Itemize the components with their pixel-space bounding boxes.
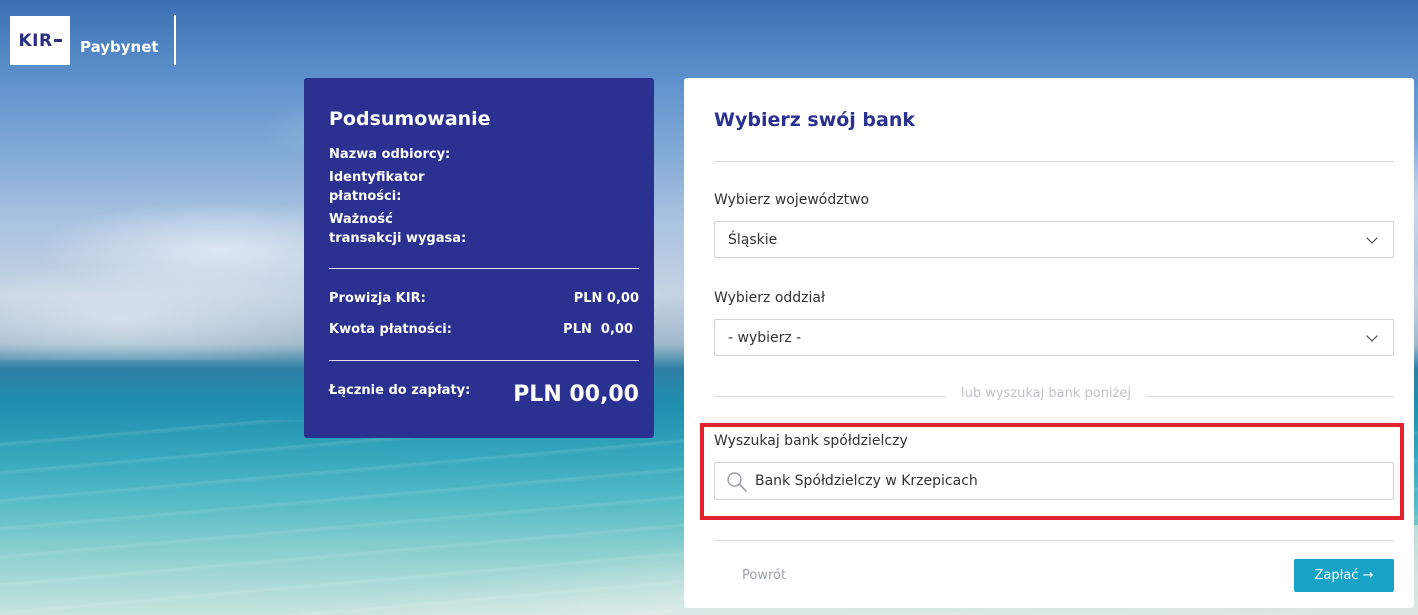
bank-search-value: Bank Spółdzielczy w Krzepicach (755, 473, 978, 489)
recipient-label: Nazwa odbiorcy: (329, 147, 451, 162)
summary-title: Podsumowanie (329, 108, 491, 130)
bank-panel-title: Wybierz swój bank (714, 109, 916, 131)
fee-label: Prowizja KIR: (329, 291, 426, 306)
chevron-down-icon (1366, 330, 1378, 342)
header-divider (174, 15, 176, 65)
summary-panel: Podsumowanie Nazwa odbiorcy: Identyfikat… (304, 78, 654, 438)
paybynet-logo: Paybynet (80, 38, 159, 56)
bank-divider-bottom (714, 540, 1394, 541)
branch-select-value: - wybierz - (728, 329, 802, 346)
kir-logo: KIR (10, 16, 70, 65)
kir-logo-mark (53, 39, 62, 42)
voivodeship-select[interactable]: Śląskie (714, 221, 1394, 258)
search-icon (727, 472, 747, 492)
branch-label: Wybierz oddział (714, 290, 825, 306)
total-value: PLN 00,00 (513, 382, 639, 407)
summary-divider-1 (329, 268, 639, 269)
summary-divider-2 (329, 360, 639, 361)
voivodeship-select-value: Śląskie (728, 231, 778, 248)
bank-divider-top (714, 161, 1394, 162)
search-label: Wyszukaj bank spółdzielczy (714, 433, 908, 449)
total-label: Łącznie do zapłaty: (329, 383, 471, 398)
pay-button[interactable]: Zapłać → (1294, 559, 1394, 592)
expiry-label: Ważność transakcji wygasa: (329, 212, 467, 246)
bank-search-input[interactable]: Bank Spółdzielczy w Krzepicach (714, 462, 1394, 500)
chevron-down-icon (1366, 232, 1378, 244)
amount-value: PLN 0,00 (563, 322, 633, 337)
amount-label: Kwota płatności: (329, 322, 452, 337)
branch-select[interactable]: - wybierz - (714, 319, 1394, 356)
or-search-text: lub wyszukaj bank poniżej (946, 386, 1146, 401)
payment-id-label: Identyfikator płatności: (329, 170, 425, 204)
voivodeship-label: Wybierz województwo (714, 192, 870, 208)
kir-logo-text: KIR (18, 30, 53, 51)
back-link[interactable]: Powrót (742, 568, 786, 583)
fee-value: PLN 0,00 (573, 291, 639, 306)
bank-selection-panel: Wybierz swój bank Wybierz województwo Śl… (684, 78, 1414, 608)
